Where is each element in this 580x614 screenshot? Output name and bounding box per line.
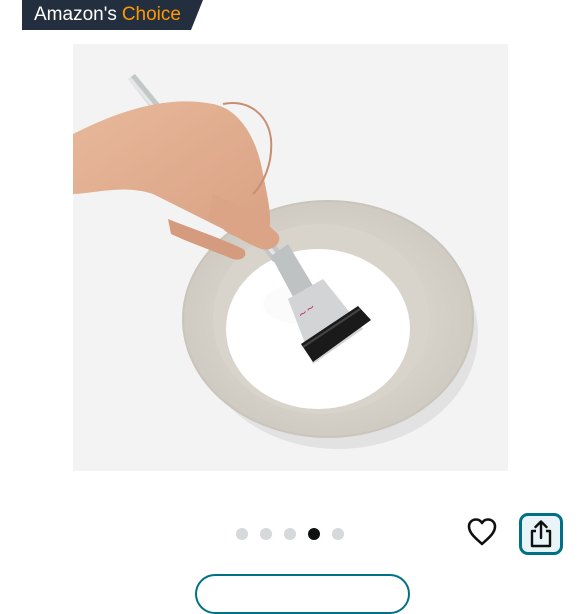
amazons-choice-badge: Amazon's Choice xyxy=(22,0,203,30)
product-photo: ~~ xyxy=(73,44,508,471)
action-button-partial[interactable] xyxy=(195,574,410,614)
wishlist-button[interactable] xyxy=(464,514,500,550)
badge-accent: Choice xyxy=(121,4,181,25)
share-button[interactable] xyxy=(519,513,563,555)
carousel-dot[interactable] xyxy=(260,528,272,540)
carousel-indicator xyxy=(236,528,344,540)
heart-icon xyxy=(467,518,497,546)
badge-label: Amazon's xyxy=(34,4,117,25)
share-icon xyxy=(530,520,552,548)
carousel-dot[interactable] xyxy=(236,528,248,540)
carousel-dot-active[interactable] xyxy=(308,528,320,540)
product-image[interactable]: ~~ xyxy=(73,44,508,471)
carousel-dot[interactable] xyxy=(284,528,296,540)
carousel-dot[interactable] xyxy=(332,528,344,540)
